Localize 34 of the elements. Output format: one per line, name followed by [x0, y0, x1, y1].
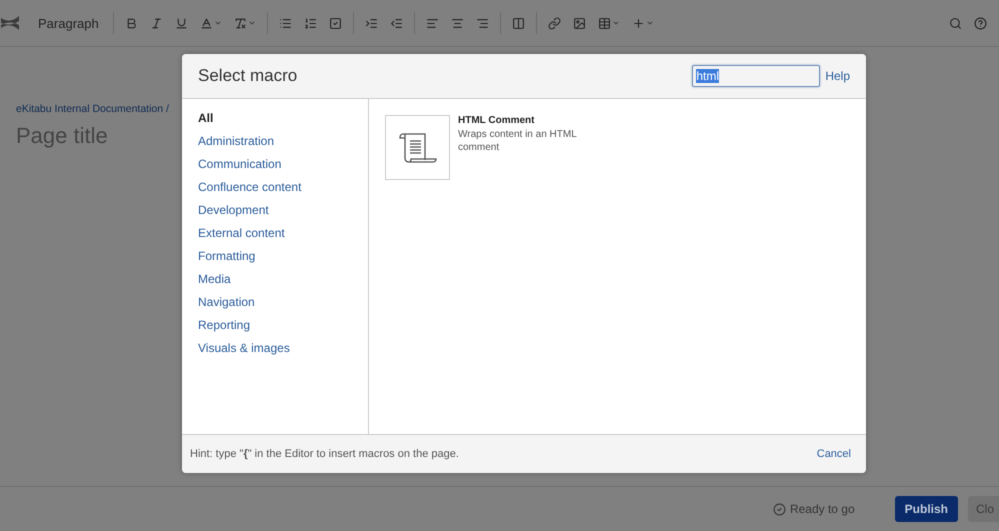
- category-link[interactable]: Development: [198, 203, 352, 218]
- table-icon: [598, 16, 611, 30]
- category-link[interactable]: All: [198, 111, 352, 126]
- publish-button[interactable]: Publish: [894, 496, 958, 522]
- help-link[interactable]: Help: [825, 69, 850, 83]
- category-link[interactable]: Media: [198, 272, 352, 287]
- check-icon: [772, 502, 786, 516]
- logo-icon: [0, 13, 20, 33]
- text-color-icon: [200, 16, 213, 30]
- category-link[interactable]: Communication: [198, 157, 352, 172]
- paragraph-dropdown[interactable]: Paragraph: [34, 12, 106, 34]
- search-field[interactable]: html: [692, 65, 820, 87]
- category-link[interactable]: Administration: [198, 134, 352, 149]
- hint-text: Hint: type "{" in the Editor to insert macros on the page.: [190, 448, 459, 460]
- dialog-title: Select macro: [198, 66, 298, 86]
- clear-format-icon: [234, 16, 247, 30]
- category-link[interactable]: Formatting: [198, 249, 352, 264]
- category-link[interactable]: Visuals & images: [198, 341, 352, 356]
- status-text: Ready to go: [772, 502, 855, 516]
- category-link[interactable]: Navigation: [198, 295, 352, 310]
- cancel-link[interactable]: Cancel: [816, 448, 851, 460]
- category-link[interactable]: External content: [198, 226, 352, 241]
- caret-icon: [214, 19, 222, 27]
- breadcrumb-link[interactable]: eKitabu Internal Documentation /: [16, 103, 169, 115]
- macro-description: Wraps content in an HTML comment: [458, 128, 578, 154]
- macro-name[interactable]: HTML Comment: [458, 115, 595, 126]
- plus-icon: [632, 16, 645, 30]
- macro-thumbnail[interactable]: [385, 115, 450, 180]
- caret-icon: [248, 19, 256, 27]
- caret-icon: [612, 19, 620, 27]
- category-link[interactable]: Reporting: [198, 318, 352, 333]
- caret-icon: [646, 19, 654, 27]
- scroll-icon: [398, 130, 436, 164]
- category-link[interactable]: Confluence content: [198, 180, 352, 195]
